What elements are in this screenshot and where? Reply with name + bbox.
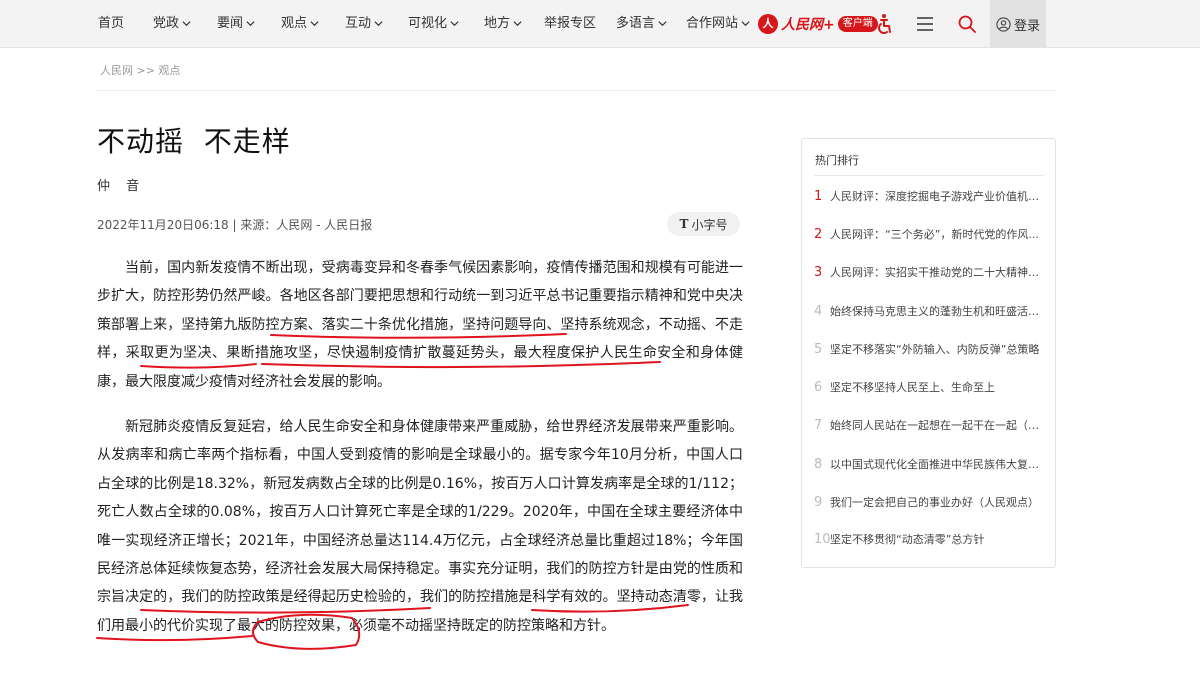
- article-author: 仲 音: [97, 179, 146, 194]
- nav-item-label: 可视化: [408, 16, 448, 31]
- rank-text: 人民网评：“三个务必”，新时代党的作风...: [830, 228, 1039, 241]
- hot-ranking-item[interactable]: 4 始终保持马克思主义的蓬勃生机和旺盛活力...: [814, 292, 1044, 330]
- hot-ranking-divider: [814, 175, 1044, 176]
- hot-ranking-item[interactable]: 1 人民财评：深度挖掘电子游戏产业价值机不...: [814, 177, 1044, 215]
- rank-text: 坚定不移落实“外防输入、内防反弹”总策略: [830, 343, 1040, 356]
- chevron-down-icon: [450, 21, 459, 27]
- rank-number: 5: [814, 341, 823, 357]
- hot-ranking-item[interactable]: 10 坚定不移贯彻“动态清零”总方针: [814, 520, 1044, 558]
- nav-item-label: 首页: [98, 16, 125, 31]
- hot-ranking-item[interactable]: 3 人民网评：实招实干推动党的二十大精神落...: [814, 253, 1044, 291]
- user-icon: [996, 16, 1011, 32]
- login-label: 登录: [1013, 18, 1040, 34]
- rank-text: 坚定不移贯彻“动态清零”总方针: [830, 533, 985, 546]
- hot-ranking-item[interactable]: 7 始终同人民站在一起想在一起干在一起（人...: [814, 406, 1044, 444]
- accessibility-icon[interactable]: [872, 12, 896, 36]
- rank-number: 8: [814, 456, 823, 472]
- nav-item-interact[interactable]: 互动: [345, 0, 383, 48]
- nav-item-visual[interactable]: 可视化: [408, 0, 459, 48]
- menu-icon[interactable]: [913, 12, 937, 36]
- login-button[interactable]: 登录: [990, 0, 1046, 48]
- rank-text: 人民财评：深度挖掘电子游戏产业价值机不...: [830, 190, 1042, 203]
- app-client-link[interactable]: 人 人民网+ 客户端: [758, 13, 878, 35]
- app-logo-mark: 人: [758, 14, 778, 34]
- article-meta: 2022年11月20日06:18 | 来源：人民网 - 人民日报: [97, 218, 373, 232]
- rank-number: 6: [814, 379, 823, 395]
- breadcrumb[interactable]: 人民网 >> 观点: [100, 62, 180, 78]
- nav-item-label: 多语言: [616, 16, 656, 31]
- nav-item-partners[interactable]: 合作网站: [686, 0, 750, 48]
- rank-text: 我们一定会把自己的事业办好（人民观点）: [830, 496, 1039, 509]
- hot-ranking-item[interactable]: 5 坚定不移落实“外防输入、内防反弹”总策略: [814, 330, 1044, 368]
- nav-item-opinion[interactable]: 观点: [281, 0, 319, 48]
- nav-item-label: 地方: [484, 16, 511, 31]
- article-paragraph: 新冠肺炎疫情反复延宕，给人民生命安全和身体健康带来严重威胁，给世界经济发展带来严…: [97, 419, 743, 634]
- chevron-down-icon: [310, 21, 319, 27]
- nav-item-report[interactable]: 举报专区: [544, 0, 596, 48]
- chevron-down-icon: [741, 21, 750, 27]
- search-icon[interactable]: [955, 12, 979, 36]
- hot-ranking-item[interactable]: 8 以中国式现代化全面推进中华民族伟大复兴...: [814, 445, 1044, 483]
- rank-text: 以中国式现代化全面推进中华民族伟大复兴...: [830, 458, 1042, 471]
- rank-number: 7: [814, 417, 823, 433]
- article-body: 当前，国内新发疫情不断出现，受病毒变异和冬春季气候因素影响，疫情传播范围和规模有…: [97, 254, 743, 657]
- nav-item-label: 合作网站: [686, 16, 739, 31]
- font-size-label: 小字号: [691, 217, 728, 232]
- nav-item-label: 要闻: [217, 16, 244, 31]
- rank-number: 2: [814, 226, 823, 242]
- nav-item-label: 观点: [281, 16, 308, 31]
- rank-text: 始终同人民站在一起想在一起干在一起（人...: [830, 419, 1042, 432]
- hot-ranking-item[interactable]: 6 坚定不移坚持人民至上、生命至上: [814, 368, 1044, 406]
- chevron-down-icon: [658, 21, 667, 27]
- rank-number: 1: [814, 188, 823, 204]
- breadcrumb-divider: [97, 90, 1055, 91]
- text-size-icon: T: [679, 217, 689, 231]
- nav-item-home[interactable]: 首页: [98, 0, 124, 48]
- rank-text: 坚定不移坚持人民至上、生命至上: [830, 381, 995, 394]
- chevron-down-icon: [246, 21, 255, 27]
- nav-item-label: 举报专区: [544, 16, 597, 31]
- chevron-down-icon: [182, 21, 191, 27]
- font-size-toggle-button[interactable]: T 小字号: [667, 212, 740, 236]
- nav-item-news[interactable]: 要闻: [217, 0, 255, 48]
- article-paragraph: 当前，国内新发疫情不断出现，受病毒变异和冬春季气候因素影响，疫情传播范围和规模有…: [97, 260, 743, 390]
- hot-ranking-panel: 热门排行 1 人民财评：深度挖掘电子游戏产业价值机不... 2 人民网评：“三个务必…: [801, 138, 1056, 568]
- nav-item-label: 互动: [345, 16, 372, 31]
- top-nav-bar: 首页 党政 要闻 观点 互动 可视化 地方 举报专区 多语言 合作网站 人 人民…: [0, 0, 1200, 48]
- nav-item-languages[interactable]: 多语言: [616, 0, 667, 48]
- hot-ranking-item[interactable]: 9 我们一定会把自己的事业办好（人民观点）: [814, 483, 1044, 521]
- nav-item-local[interactable]: 地方: [484, 0, 522, 48]
- nav-item-label: 党政: [153, 16, 180, 31]
- rank-number: 9: [814, 494, 823, 510]
- rank-number: 3: [814, 264, 823, 280]
- chevron-down-icon: [513, 21, 522, 27]
- article-title: 不动摇 不走样: [97, 125, 291, 158]
- app-logo-text: 人民网+: [781, 17, 835, 33]
- rank-text: 人民网评：实招实干推动党的二十大精神落...: [830, 266, 1042, 279]
- hot-ranking-title: 热门排行: [815, 154, 859, 167]
- nav-item-party-gov[interactable]: 党政: [153, 0, 191, 48]
- rank-number: 10: [814, 531, 831, 547]
- chevron-down-icon: [374, 21, 383, 27]
- hot-ranking-item[interactable]: 2 人民网评：“三个务必”，新时代党的作风...: [814, 215, 1044, 253]
- rank-number: 4: [814, 303, 823, 319]
- rank-text: 始终保持马克思主义的蓬勃生机和旺盛活力...: [830, 305, 1042, 318]
